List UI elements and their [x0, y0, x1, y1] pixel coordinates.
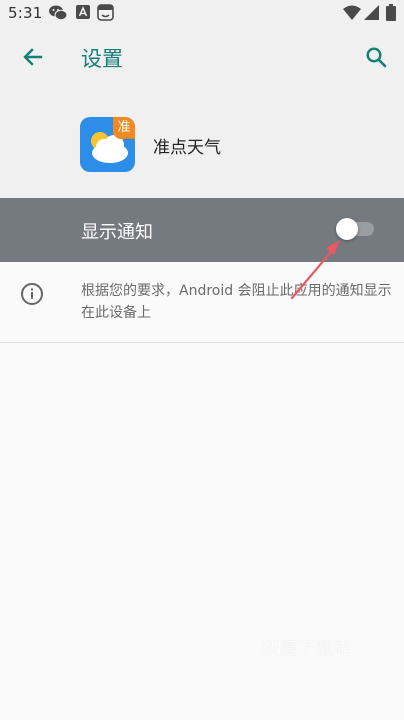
search-button[interactable] — [356, 40, 396, 78]
divider — [0, 342, 404, 343]
status-time: 5:31 — [8, 4, 43, 22]
info-icon — [20, 282, 44, 306]
weather-cloud-icon: 准 — [80, 117, 135, 172]
battery-icon — [386, 4, 396, 25]
face-box-icon — [97, 4, 114, 25]
signal-icon — [364, 5, 379, 24]
page-title: 设置 — [81, 47, 123, 71]
a-square-icon — [75, 4, 91, 24]
show-notifications-switch[interactable] — [336, 218, 376, 240]
show-notifications-label: 显示通知 — [81, 222, 153, 243]
info-text: 根据您的要求，Android 会阻止此应用的通知显示在此设备上 — [81, 283, 392, 321]
app-header: 准 准点天气 — [0, 92, 404, 198]
toolbar: 设置 — [0, 26, 404, 92]
app-badge: 准 — [113, 117, 135, 139]
arrow-left-icon — [21, 45, 45, 73]
show-notifications-row[interactable]: 显示通知 — [0, 198, 404, 262]
watermark: 沃瘦下载站 — [262, 639, 352, 659]
wechat-icon — [48, 4, 68, 26]
search-icon — [364, 45, 388, 73]
wifi-icon — [343, 5, 361, 24]
back-button[interactable] — [14, 40, 52, 78]
status-bar: 5:31 — [0, 0, 404, 26]
app-name: 准点天气 — [153, 138, 221, 158]
switch-thumb — [336, 218, 358, 240]
info-row: 根据您的要求，Android 会阻止此应用的通知显示在此设备上 — [0, 262, 404, 342]
